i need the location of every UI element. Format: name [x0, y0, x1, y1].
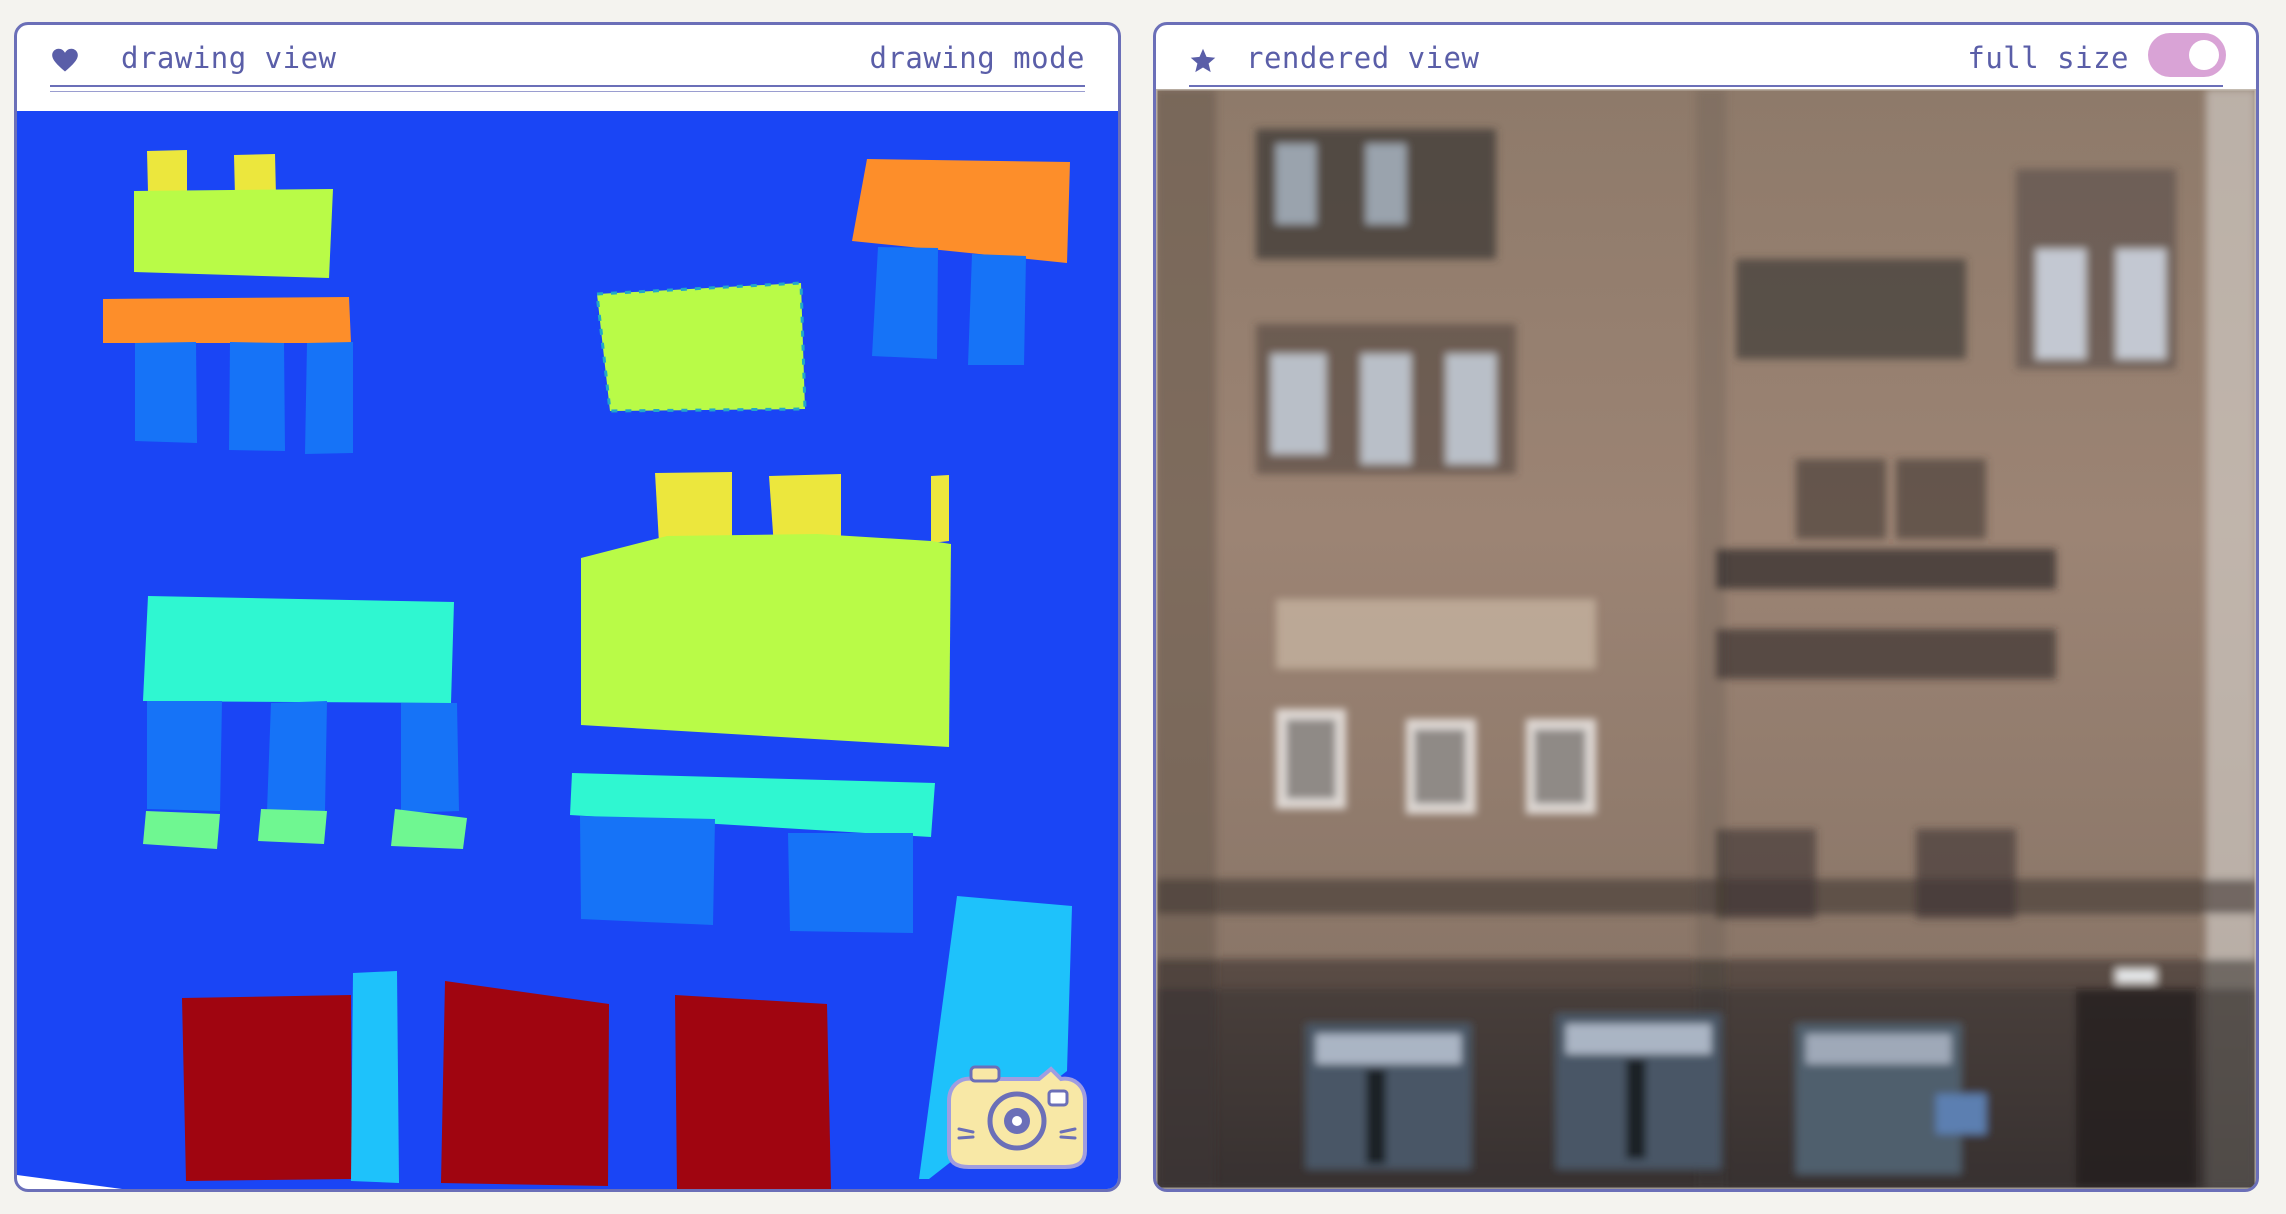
- drawing-view-title: drawing view: [121, 41, 337, 75]
- header-divider: [1189, 85, 2223, 87]
- drawing-mode-label[interactable]: drawing mode: [869, 41, 1085, 75]
- full-size-toggle[interactable]: [2148, 33, 2226, 77]
- label-shape: [143, 596, 454, 703]
- header-divider: [50, 85, 1085, 87]
- label-shape: [351, 971, 399, 1183]
- label-shape: [135, 342, 197, 443]
- label-shape: [147, 701, 222, 811]
- camera-icon[interactable]: [937, 1059, 1097, 1169]
- label-shape: [229, 342, 285, 451]
- star-icon: [1190, 48, 1216, 73]
- header-divider-thin: [50, 91, 1085, 92]
- label-shape: [580, 816, 715, 925]
- drawing-view-panel: drawing view drawing mode: [14, 22, 1121, 1192]
- label-shape: [143, 811, 220, 849]
- rendered-view-header: rendered view full size: [1156, 25, 2256, 95]
- toggle-knob: [2189, 40, 2219, 70]
- full-size-label: full size: [1967, 41, 2129, 75]
- selected-shape: [595, 281, 807, 413]
- label-shape: [267, 701, 327, 811]
- label-shape: [103, 297, 351, 343]
- label-shape: [872, 247, 938, 359]
- label-shape: [655, 472, 732, 543]
- drawing-view-header: drawing view drawing mode: [17, 25, 1118, 95]
- label-shape: [401, 703, 459, 813]
- label-shape: [305, 342, 353, 454]
- label-shape: [788, 833, 913, 933]
- label-shape: [581, 534, 951, 747]
- drawing-canvas[interactable]: [17, 111, 1118, 1189]
- label-shape: [258, 809, 327, 844]
- label-shape: [441, 981, 609, 1186]
- label-shape: [931, 475, 949, 543]
- label-shape: [134, 189, 333, 278]
- label-shape: [968, 254, 1026, 365]
- label-shape: [147, 150, 187, 192]
- label-shape: [675, 995, 831, 1189]
- label-shape: [182, 995, 352, 1181]
- rendered-view-panel: rendered view full size: [1153, 22, 2259, 1192]
- rendered-view-title: rendered view: [1246, 41, 1480, 75]
- heart-icon: [52, 48, 78, 72]
- rendered-image: [1156, 89, 2256, 1189]
